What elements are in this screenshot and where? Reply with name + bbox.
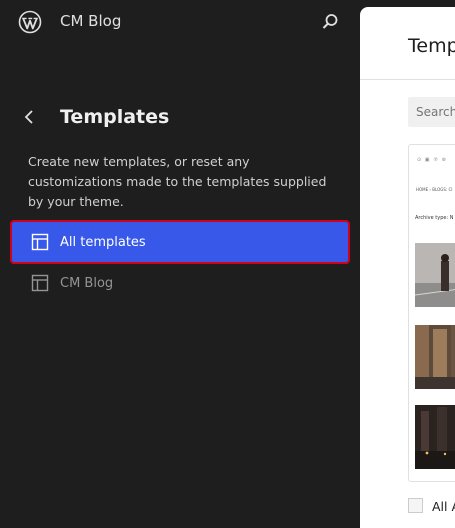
preview-image — [415, 405, 455, 469]
sidebar-item-label: CM Blog — [60, 275, 114, 291]
select-all-checkbox[interactable] — [408, 498, 423, 513]
social-icons: ⊙ ▣ ℗ ⊚ — [417, 157, 447, 163]
search-input[interactable]: Search — [408, 97, 455, 127]
sidebar-item-cm-blog[interactable]: CM Blog — [12, 263, 348, 303]
wordpress-logo-icon[interactable] — [18, 10, 42, 34]
preview-image — [415, 325, 455, 389]
back-button[interactable] — [20, 107, 40, 127]
sidebar-item-label: All templates — [60, 234, 146, 250]
chevron-left-icon — [24, 110, 33, 124]
main-title: Templ — [408, 35, 455, 57]
panel-description: Create new templates, or reset any custo… — [28, 154, 327, 209]
sidebar-item-all-templates[interactable]: All templates — [10, 220, 350, 264]
main-content: Templ Search ⊙ ▣ ℗ ⊚ HOME › BLOGS: CI Ar… — [360, 7, 455, 528]
layout-icon — [31, 274, 49, 292]
preview-breadcrumb: HOME › BLOGS: CI — [416, 187, 453, 192]
page-title: Templates — [60, 106, 170, 128]
template-preview-card[interactable]: ⊙ ▣ ℗ ⊚ HOME › BLOGS: CI Archive type: N — [408, 144, 455, 482]
search-placeholder: Search — [416, 105, 455, 119]
select-all-label: All A — [432, 499, 455, 514]
divider — [360, 79, 455, 80]
preview-archive-label: Archive type: N — [415, 215, 454, 221]
layout-icon — [31, 233, 49, 251]
search-icon[interactable] — [318, 10, 342, 34]
preview-image — [415, 243, 455, 307]
site-name[interactable]: CM Blog — [60, 12, 121, 30]
